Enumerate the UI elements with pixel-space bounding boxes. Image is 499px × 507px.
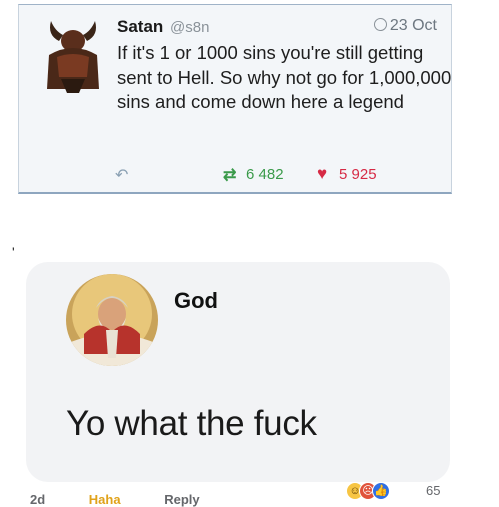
like-count: 5 925 bbox=[339, 166, 377, 183]
comment-author[interactable]: God bbox=[174, 288, 218, 314]
reply-icon[interactable]: ↶ bbox=[115, 165, 128, 185]
clock-icon bbox=[373, 18, 387, 31]
like-icon: 👍 bbox=[372, 482, 390, 500]
comment-bubble: God Yo what the fuck bbox=[26, 262, 450, 482]
satan-avatar[interactable] bbox=[43, 17, 103, 93]
stray-mark: ' bbox=[12, 244, 15, 260]
tweet-text: If it's 1 or 1000 sins you're still gett… bbox=[117, 42, 452, 112]
tweet-date-label: 23 Oct bbox=[389, 17, 437, 34]
heart-icon[interactable]: ♥ bbox=[317, 164, 327, 184]
tweet-date[interactable]: 23 Oct bbox=[373, 17, 437, 35]
reaction-count: 65 bbox=[426, 483, 441, 498]
author-handle[interactable]: @s8n bbox=[170, 19, 209, 36]
author-name[interactable]: Satan bbox=[117, 17, 163, 36]
retweet-icon[interactable]: ⇄ bbox=[223, 165, 236, 185]
comment-text: Yo what the fuck bbox=[66, 404, 317, 443]
tweet-header: Satan @s8n bbox=[117, 17, 209, 37]
god-avatar[interactable] bbox=[66, 274, 158, 366]
retweet-count: 6 482 bbox=[246, 166, 284, 183]
tweet-actions: ↶ ⇄ 6 482 ♥ 5 925 bbox=[111, 164, 431, 187]
tweet-card: Satan @s8n 23 Oct If it's 1 or 1000 sins… bbox=[18, 4, 452, 194]
